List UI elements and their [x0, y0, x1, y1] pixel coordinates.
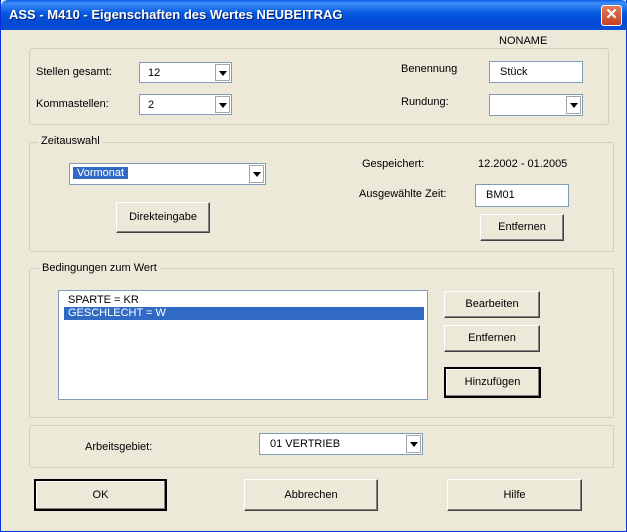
chevron-down-icon[interactable]: [406, 435, 421, 453]
direkteingabe-button[interactable]: Direkteingabe: [116, 202, 210, 233]
chevron-down-icon[interactable]: [215, 96, 230, 113]
benennung-field[interactable]: Stück: [489, 61, 583, 83]
hinzufuegen-label: Hinzufügen: [464, 376, 521, 388]
period-value: Vormonat: [71, 166, 130, 180]
stellen-gesamt-combo[interactable]: 12: [139, 62, 232, 83]
hilfe-button[interactable]: Hilfe: [447, 479, 582, 511]
arbeitsgebiet-label: Arbeitsgebiet:: [85, 441, 153, 453]
zeit-entfernen-button[interactable]: Entfernen: [480, 214, 564, 241]
ausgewaehlte-zeit-field[interactable]: BM01: [475, 184, 569, 207]
kommastellen-label: Kommastellen:: [36, 98, 109, 110]
noname-label: NONAME: [499, 35, 548, 47]
period-combo[interactable]: Vormonat: [69, 163, 266, 185]
kommastellen-combo[interactable]: 2: [139, 94, 232, 115]
chevron-down-icon[interactable]: [215, 64, 230, 81]
stellen-gesamt-label: Stellen gesamt:: [36, 66, 112, 78]
arbeitsgebiet-combo[interactable]: 01 VERTRIEB: [259, 433, 423, 455]
chevron-down-icon[interactable]: [249, 165, 264, 183]
rundung-label: Rundung:: [401, 96, 449, 108]
bedingungen-list[interactable]: SPARTE = KR GESCHLECHT = W: [58, 290, 428, 400]
arbeitsgebiet-value: 01 VERTRIEB: [270, 438, 341, 450]
bedingung-entfernen-label: Entfernen: [468, 332, 516, 344]
gespeichert-value: 12.2002 - 01.2005: [478, 158, 568, 170]
kommastellen-value: 2: [148, 99, 155, 111]
bearbeiten-button[interactable]: Bearbeiten: [444, 291, 540, 318]
hilfe-label: Hilfe: [503, 489, 526, 501]
abbrechen-label: Abbrechen: [284, 489, 338, 501]
zeitauswahl-legend: Zeitauswahl: [38, 135, 103, 147]
title-bar[interactable]: ASS - M410 - Eigenschaften des Wertes NE…: [1, 0, 627, 30]
gespeichert-label: Gespeichert:: [362, 158, 425, 170]
rundung-combo[interactable]: [489, 94, 583, 116]
list-item[interactable]: GESCHLECHT = W: [64, 307, 424, 320]
dialog-window: ASS - M410 - Eigenschaften des Wertes NE…: [0, 0, 627, 532]
chevron-down-icon[interactable]: [566, 96, 581, 114]
stellen-gesamt-value: 12: [148, 67, 161, 79]
bedingungen-legend: Bedingungen zum Wert: [39, 262, 160, 274]
benennung-value: Stück: [500, 66, 528, 78]
ausgewaehlte-zeit-label: Ausgewählte Zeit:: [359, 188, 447, 200]
ausgewaehlte-zeit-value: BM01: [486, 189, 515, 201]
abbrechen-button[interactable]: Abbrechen: [244, 479, 378, 511]
direkteingabe-label: Direkteingabe: [129, 211, 197, 223]
close-button[interactable]: ✕: [601, 5, 622, 26]
hinzufuegen-button[interactable]: Hinzufügen: [444, 367, 541, 398]
ok-button[interactable]: OK: [34, 479, 167, 511]
list-item[interactable]: SPARTE = KR: [64, 294, 424, 307]
ok-label: OK: [92, 489, 109, 501]
zeit-entfernen-label: Entfernen: [498, 221, 546, 233]
window-title: ASS - M410 - Eigenschaften des Wertes NE…: [9, 7, 343, 22]
benennung-label: Benennung: [401, 63, 458, 75]
bedingung-entfernen-button[interactable]: Entfernen: [444, 325, 540, 352]
bearbeiten-label: Bearbeiten: [465, 298, 519, 310]
